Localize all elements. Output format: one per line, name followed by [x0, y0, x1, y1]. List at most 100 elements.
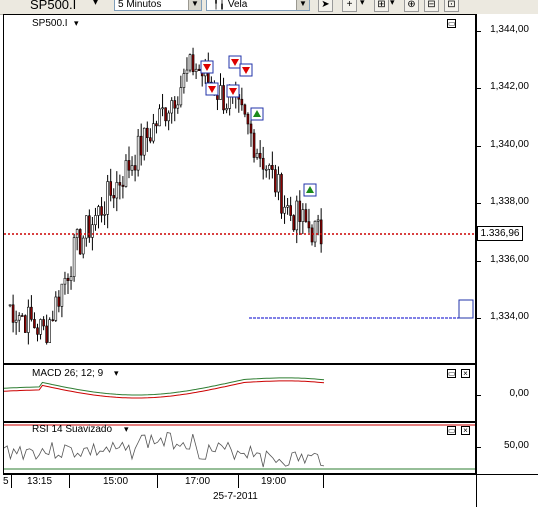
chart-style-select[interactable]: ╿╽ Vela ▼	[206, 0, 310, 11]
candle-body	[11, 304, 15, 323]
candle-body	[155, 123, 158, 127]
time-axis-row	[3, 474, 476, 490]
close-icon[interactable]: ×	[461, 369, 470, 378]
candle-body	[48, 319, 52, 343]
rsi-tick: 50,00	[503, 440, 529, 451]
time-separator	[157, 474, 158, 488]
panel-title[interactable]: SP500.I	[32, 18, 68, 29]
candle-body	[36, 327, 39, 335]
candle-body	[106, 181, 109, 215]
alert-marker	[458, 299, 474, 319]
candle-body	[33, 319, 36, 329]
candle-body	[188, 54, 192, 71]
tick-mark	[477, 203, 481, 204]
candle-body	[283, 206, 286, 214]
price-tick: 1,336,00	[490, 254, 529, 265]
tick-mark	[477, 395, 481, 396]
candle-body	[97, 206, 100, 216]
candle-body	[225, 108, 228, 111]
candle-body	[42, 319, 45, 327]
candle-body	[274, 169, 277, 193]
candle-body	[316, 219, 320, 222]
time-label: 17:00	[185, 476, 211, 487]
chevron-down-icon[interactable]: ▼	[296, 0, 309, 10]
time-axis[interactable]: 5 13:15 15:00 17:00 19:00 25-7-2011	[3, 474, 476, 506]
candle-body	[60, 283, 64, 307]
candle-body	[72, 237, 76, 277]
tick-mark	[477, 261, 481, 262]
price-tick: 1,338,00	[490, 196, 529, 207]
time-separator	[238, 474, 239, 488]
candle-body	[185, 69, 189, 74]
candle-body	[112, 195, 116, 199]
time-separator	[11, 474, 12, 488]
symbol-dropdown-icon[interactable]: ▾	[93, 0, 98, 8]
close-icon[interactable]: ×	[461, 426, 470, 435]
candle-body	[118, 182, 122, 186]
price-scale[interactable]: 1,344,00 1,342,00 1,340,00 1,338,00 1,33…	[476, 14, 538, 364]
macd-panel[interactable]: MACD 26; 12; 9 ▾ ▭ ×	[3, 364, 476, 422]
rsi-scale[interactable]: 50,00	[476, 422, 538, 474]
macd-line	[4, 377, 325, 396]
candle-body	[249, 123, 253, 134]
candle-body	[197, 68, 201, 71]
crosshair-dropdown-icon[interactable]: ▾	[360, 0, 365, 8]
panel-title[interactable]: RSI 14 Suavizado	[32, 424, 112, 435]
panel-title[interactable]: MACD 26; 12; 9	[32, 368, 103, 379]
pointer-icon[interactable]: ➤	[318, 0, 333, 12]
candle-body	[109, 181, 112, 196]
interval-select[interactable]: 5 Minutos ▼	[114, 0, 202, 11]
tick-mark	[477, 88, 481, 89]
candle-body	[146, 127, 149, 138]
maximize-icon[interactable]: ▭	[447, 19, 456, 28]
candle-body	[130, 165, 134, 171]
candle-body	[133, 165, 137, 171]
macd-scale[interactable]: 0,00	[476, 364, 538, 422]
candle-body	[100, 206, 103, 216]
time-label: 19:00	[261, 476, 287, 487]
candle-body	[194, 68, 198, 72]
candle-body	[127, 160, 131, 171]
candle-body	[167, 112, 170, 122]
split-icon[interactable]: ⊟	[424, 0, 439, 12]
candle-body	[216, 94, 219, 100]
price-tick: 1,344,00	[490, 24, 529, 35]
time-separator	[323, 474, 324, 488]
tick-mark	[477, 447, 481, 448]
candle-body	[222, 85, 225, 111]
candle-body	[17, 315, 21, 321]
crosshair-icon[interactable]: +	[342, 0, 357, 12]
price-panel[interactable]: SP500.I ▾ ▭	[3, 14, 476, 364]
rsi-panel[interactable]: RSI 14 Suavizado ▾ ▭ ×	[3, 422, 476, 474]
settings-icon[interactable]: ⊡	[444, 0, 459, 12]
interval-value: 5 Minutos	[118, 0, 162, 10]
candle-body	[176, 104, 180, 109]
maximize-icon[interactable]: ▭	[447, 369, 456, 378]
candle-body	[27, 306, 30, 333]
candle-body	[310, 227, 314, 243]
maximize-icon[interactable]: ▭	[447, 426, 456, 435]
tool-icon[interactable]: ⊞	[374, 0, 389, 12]
candle-body	[271, 165, 274, 170]
candle-body	[14, 319, 18, 323]
title-dropdown-icon[interactable]: ▾	[74, 18, 79, 29]
time-label: 5	[3, 476, 9, 487]
candle-body	[69, 276, 73, 281]
chevron-down-icon[interactable]: ▼	[188, 0, 201, 10]
symbol-input[interactable]: SP500.I	[30, 0, 76, 12]
last-price-label: 1.336,96	[477, 226, 523, 241]
zoom-icon[interactable]: ⊕	[404, 0, 419, 12]
title-dropdown-icon[interactable]: ▾	[114, 368, 119, 379]
tick-mark	[477, 318, 481, 319]
title-dropdown-icon[interactable]: ▾	[124, 424, 129, 435]
signal-line	[4, 380, 325, 399]
candle-body	[280, 174, 283, 214]
candle-body	[319, 219, 323, 245]
tool-dropdown-icon[interactable]: ▾	[390, 0, 395, 8]
candle-icon: ╿╽	[213, 0, 226, 10]
candle-body	[173, 100, 177, 109]
candle-body	[307, 221, 311, 229]
candle-body	[51, 319, 55, 321]
candle-body	[81, 237, 85, 255]
price-chart[interactable]	[4, 15, 476, 364]
